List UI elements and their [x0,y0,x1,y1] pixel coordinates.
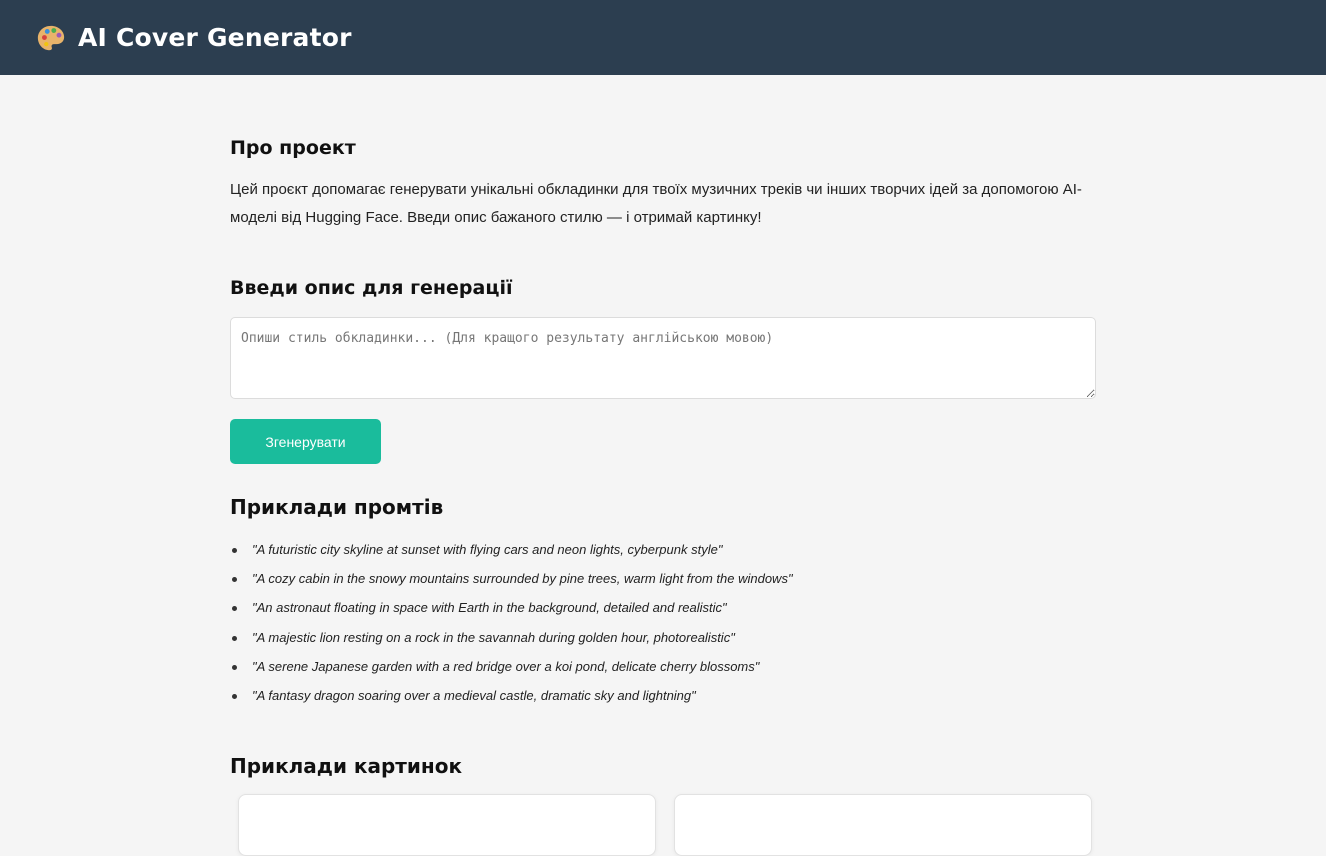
generator-heading: Введи опис для генерації [230,277,513,299]
prompt-item: "An astronaut floating in space with Ear… [230,593,1096,622]
gallery-heading: Приклади картинок [230,754,463,779]
examples-section: Приклади промтів "A futuristic city skyl… [230,495,1096,710]
prompt-item: "A serene Japanese garden with a red bri… [230,652,1096,681]
prompt-list: "A futuristic city skyline at sunset wit… [230,535,1096,710]
app-title: AI Cover Generator [78,23,352,52]
prompt-input[interactable] [230,317,1096,399]
about-text: Цей проєкт допомагає генерувати унікальн… [230,181,1082,226]
examples-heading: Приклади промтів [230,495,444,519]
palette-icon [37,25,65,50]
generate-button[interactable]: Згенерувати [230,419,381,464]
image-card [238,794,656,856]
about-heading: Про проект [230,137,356,159]
main-content: Про проект Цей проєкт допомагає генерува… [230,75,1096,856]
prompt-item: "A majestic lion resting on a rock in th… [230,623,1096,652]
image-card [674,794,1092,856]
prompt-item: "A futuristic city skyline at sunset wit… [230,535,1096,564]
gallery-section: Приклади картинок [230,754,1096,856]
prompt-item: "A cozy cabin in the snowy mountains sur… [230,564,1096,593]
prompt-item: "A fantasy dragon soaring over a medieva… [230,681,1096,710]
generator-section: Введи опис для генерації Згенерувати [230,277,1096,464]
app-header: AI Cover Generator [0,0,1326,75]
image-grid [230,794,1096,856]
about-section: Про проект Цей проєкт допомагає генерува… [230,75,1096,232]
